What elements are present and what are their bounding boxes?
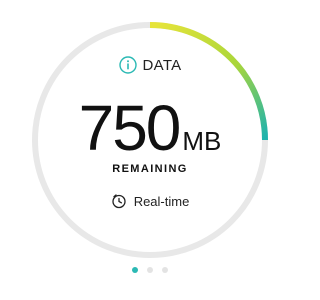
- data-value-display: 750 MB: [0, 92, 300, 164]
- page-indicator: [0, 267, 300, 273]
- remaining-label: REMAINING: [112, 163, 188, 175]
- page-dot-2[interactable]: [147, 267, 153, 273]
- realtime-label: Real-time: [133, 193, 190, 209]
- data-value: 750: [78, 92, 182, 164]
- info-icon[interactable]: [118, 56, 137, 74]
- page-dot-3[interactable]: [162, 267, 168, 273]
- data-unit: MB: [182, 126, 222, 156]
- data-label: DATA: [142, 56, 182, 74]
- clock-icon: [112, 194, 126, 209]
- realtime-toggle[interactable]: Real-time: [0, 193, 300, 209]
- page-dot-1[interactable]: [132, 267, 138, 273]
- data-header: DATA: [0, 56, 300, 74]
